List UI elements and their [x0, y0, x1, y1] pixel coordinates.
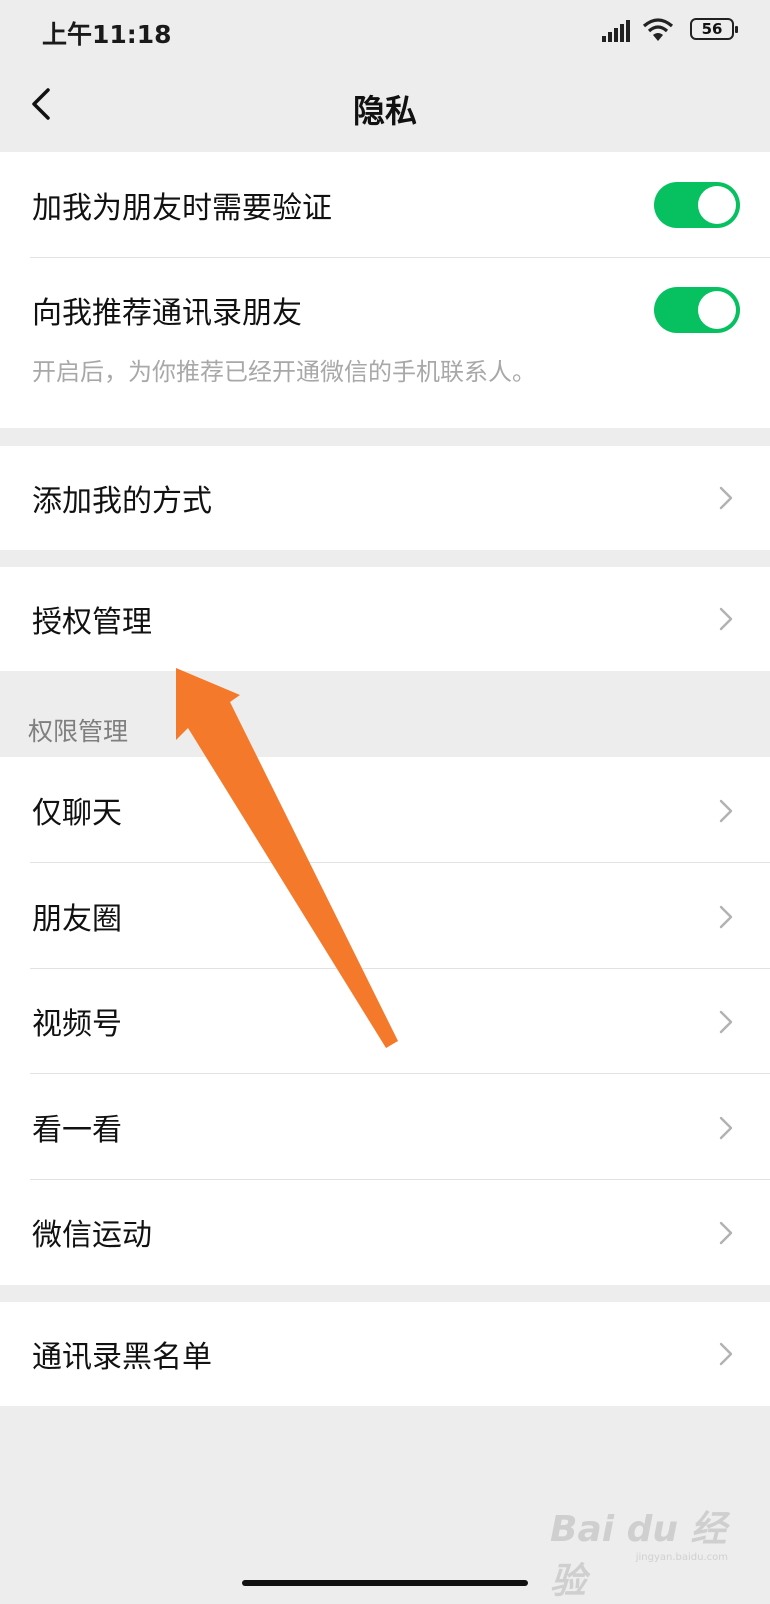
chevron-right-icon	[719, 1116, 733, 1140]
permissions-group: 仅聊天 朋友圈 视频号 看一看 微信运动	[0, 757, 770, 1285]
row-label: 视频号	[32, 1007, 122, 1042]
recommend-contacts-hint: 开启后，为你推荐已经开通微信的手机联系人。	[32, 358, 536, 386]
row-channels[interactable]: 视频号	[0, 968, 770, 1074]
chevron-right-icon	[719, 607, 733, 631]
row-add-me-methods[interactable]: 添加我的方式	[0, 446, 770, 550]
row-label: 仅聊天	[32, 796, 122, 831]
row-require-verification[interactable]: 加我为朋友时需要验证	[0, 152, 770, 258]
navigation-bar: 隐私	[0, 60, 770, 152]
status-bar: 上午11:18 56	[0, 0, 770, 60]
blacklist-group: 通讯录黑名单	[0, 1302, 770, 1406]
signal-icon	[602, 20, 630, 42]
require-verification-toggle[interactable]	[654, 182, 740, 228]
row-auth-management[interactable]: 授权管理	[0, 567, 770, 671]
baidu-watermark-logo: Bai du 经验 jingyan.baidu.com	[550, 1500, 730, 1602]
home-indicator[interactable]	[242, 1580, 528, 1586]
chevron-right-icon	[719, 905, 733, 929]
watermark-subtext: jingyan.baidu.com	[635, 1552, 728, 1563]
status-time: 上午11:18	[42, 20, 172, 49]
add-me-group: 添加我的方式	[0, 446, 770, 550]
section-header-permissions: 权限管理	[28, 717, 129, 746]
row-contacts-blacklist[interactable]: 通讯录黑名单	[0, 1302, 770, 1406]
row-label: 向我推荐通讯录朋友	[32, 296, 302, 331]
chevron-right-icon	[719, 486, 733, 510]
chevron-right-icon	[719, 1221, 733, 1245]
auth-group: 授权管理	[0, 567, 770, 671]
recommend-contacts-toggle[interactable]	[654, 287, 740, 333]
verification-group: 加我为朋友时需要验证 向我推荐通讯录朋友 开启后，为你推荐已经开通微信的手机联系…	[0, 152, 770, 428]
row-wechat-sports[interactable]: 微信运动	[0, 1179, 770, 1285]
toggle-knob	[698, 291, 736, 329]
row-label: 微信运动	[32, 1218, 152, 1253]
chevron-right-icon	[719, 799, 733, 823]
row-top-stories[interactable]: 看一看	[0, 1074, 770, 1180]
wifi-icon	[642, 18, 674, 41]
chevron-right-icon	[719, 1342, 733, 1366]
toggle-knob	[698, 186, 736, 224]
row-moments[interactable]: 朋友圈	[0, 863, 770, 969]
row-label: 授权管理	[32, 605, 152, 640]
row-chat-only[interactable]: 仅聊天	[0, 757, 770, 863]
page-title: 隐私	[352, 92, 417, 130]
row-label: 看一看	[32, 1113, 122, 1148]
row-recommend-contacts[interactable]: 向我推荐通讯录朋友 开启后，为你推荐已经开通微信的手机联系人。	[0, 258, 770, 428]
row-label: 添加我的方式	[32, 484, 212, 519]
chevron-right-icon	[719, 1010, 733, 1034]
row-label: 朋友圈	[32, 902, 122, 937]
row-label: 加我为朋友时需要验证	[32, 191, 332, 226]
battery-icon: 56	[690, 18, 738, 40]
row-label: 通讯录黑名单	[32, 1340, 212, 1375]
